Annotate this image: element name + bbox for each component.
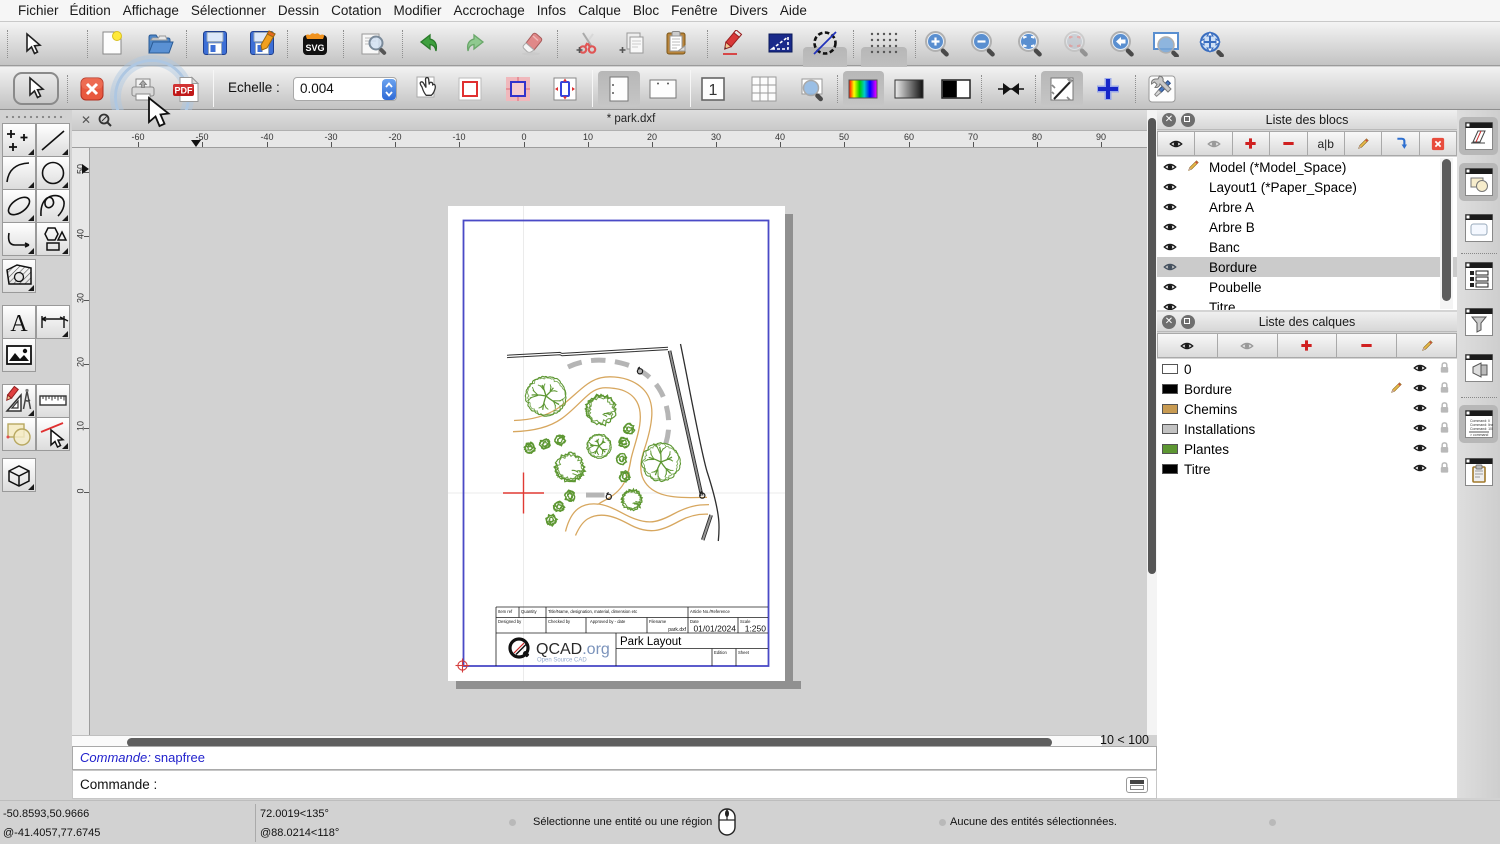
svg-text:A: A	[10, 311, 28, 337]
svg-text:Checked by: Checked by	[548, 619, 571, 624]
svg-text:Open Source CAD: Open Source CAD	[537, 658, 587, 664]
svg-text:Title/Name, designation, mater: Title/Name, designation, material, dimen…	[548, 609, 637, 614]
svg-text:Designed by: Designed by	[498, 619, 522, 624]
svg-text:1:250: 1:250	[745, 624, 767, 634]
svg-text:Filename: Filename	[649, 619, 667, 624]
svg-text:Article No./Reference: Article No./Reference	[690, 609, 730, 614]
svg-text:Sheet: Sheet	[738, 650, 750, 655]
svg-text:Item ref: Item ref	[498, 609, 513, 614]
svg-text:Approved by - date: Approved by - date	[590, 619, 626, 624]
svg-text:Quantity: Quantity	[521, 609, 538, 614]
svg-text:Park Layout: Park Layout	[620, 636, 682, 648]
svg-text:park.dxf: park.dxf	[668, 627, 686, 633]
svg-text:SVG: SVG	[305, 43, 324, 53]
svg-text:Edition: Edition	[714, 650, 727, 655]
svg-text:1: 1	[709, 82, 718, 99]
svg-text:PDF: PDF	[175, 86, 194, 96]
svg-text:QCAD.org: QCAD.org	[536, 641, 610, 658]
svg-text:Command: 100,0: Command: 100,0	[1470, 427, 1493, 431]
svg-text:01/01/2024: 01/01/2024	[693, 624, 736, 634]
svg-text:> command: > command	[1470, 433, 1488, 437]
